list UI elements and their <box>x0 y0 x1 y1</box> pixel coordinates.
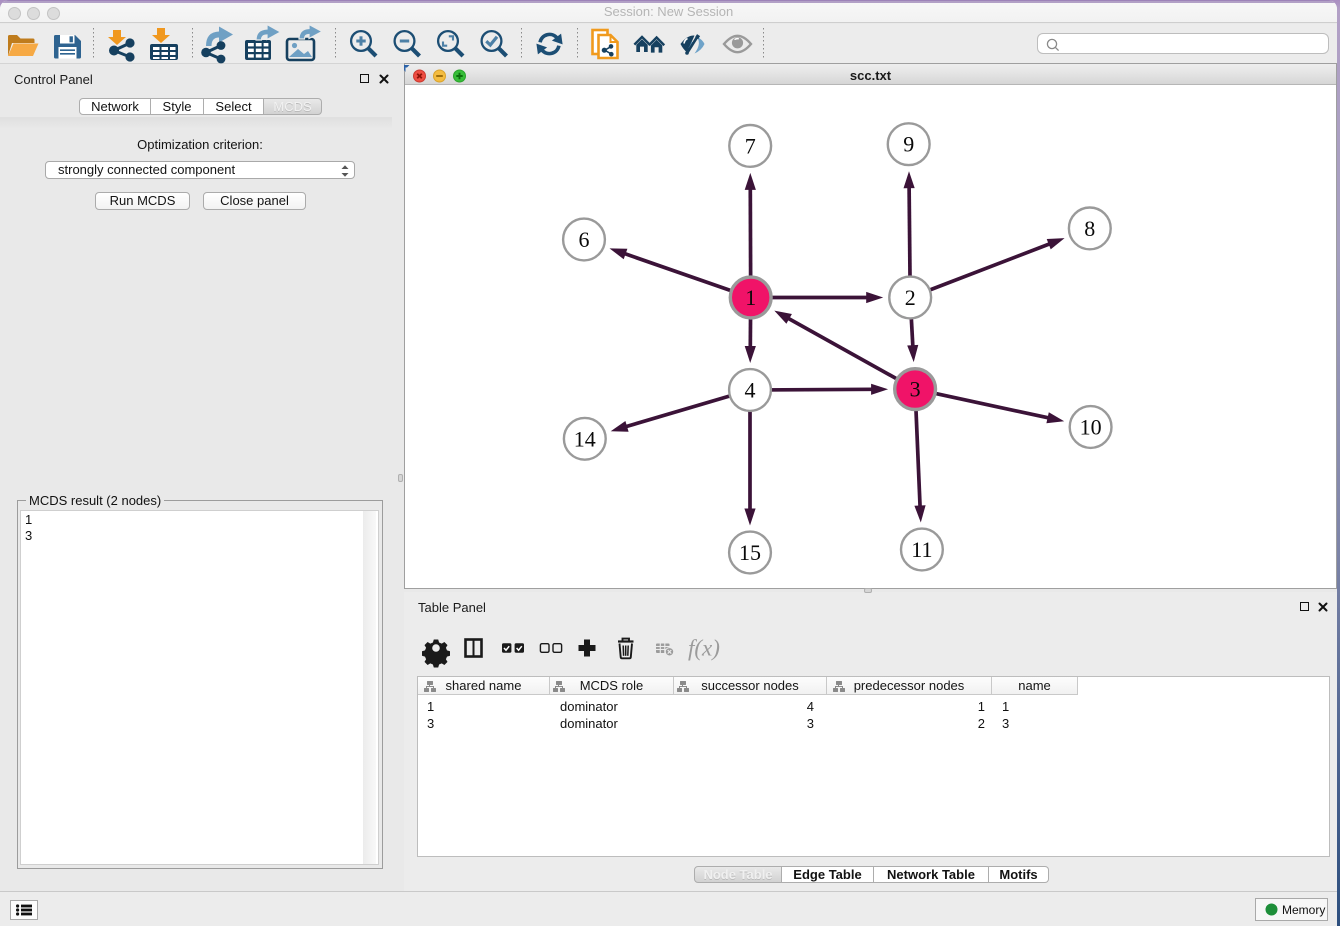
svg-text:2: 2 <box>905 285 916 310</box>
svg-text:14: 14 <box>574 426 596 451</box>
svg-text:7: 7 <box>745 133 756 158</box>
svg-text:15: 15 <box>739 540 761 565</box>
svg-text:3: 3 <box>910 377 921 402</box>
svg-text:8: 8 <box>1084 216 1095 241</box>
svg-text:10: 10 <box>1080 415 1102 440</box>
svg-text:f(x): f(x) <box>688 636 720 661</box>
svg-text:1: 1 <box>745 285 756 310</box>
svg-text:4: 4 <box>745 378 756 403</box>
svg-text:6: 6 <box>579 227 590 252</box>
svg-text:11: 11 <box>911 537 932 562</box>
svg-text:9: 9 <box>903 132 914 157</box>
